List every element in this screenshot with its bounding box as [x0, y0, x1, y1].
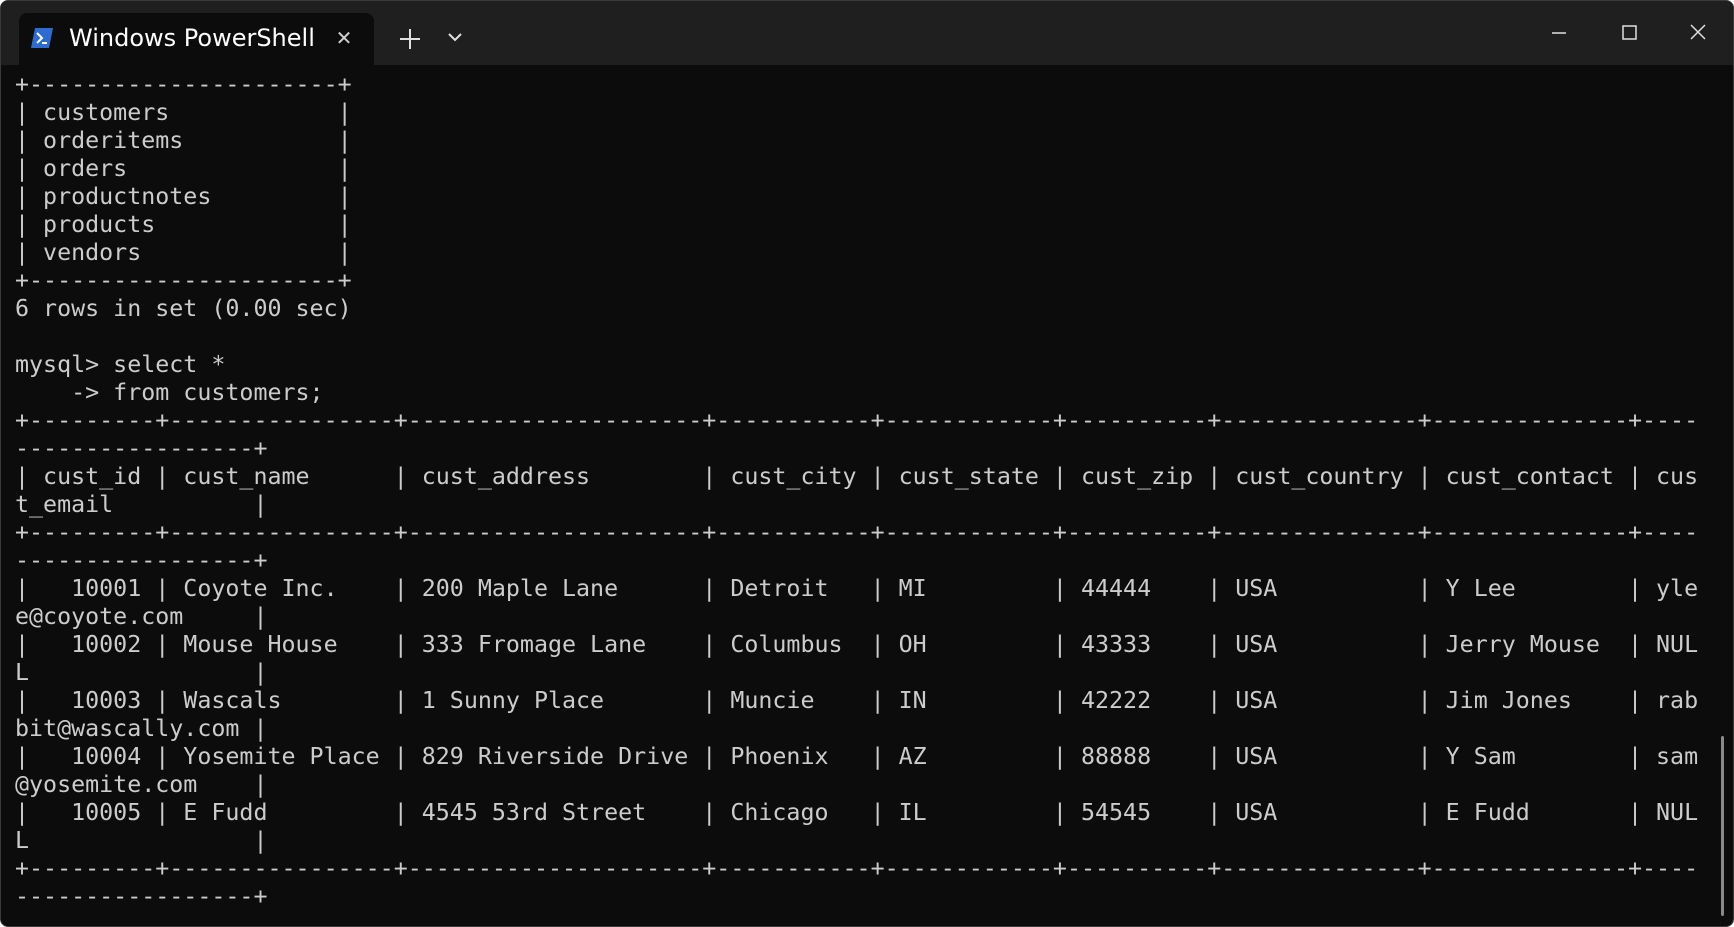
terminal-line: -----------------+	[15, 883, 268, 910]
terminal-line: @yosemite.com |	[15, 771, 268, 798]
title-bar: Windows PowerShell ✕	[1, 1, 1733, 65]
terminal-line: | vendors |	[15, 239, 352, 266]
terminal-line: | 10002 | Mouse House | 333 Fromage Lane…	[15, 631, 1699, 658]
terminal-line: +---------+----------------+------------…	[15, 855, 1699, 882]
terminal-line: +----------------------+	[15, 71, 352, 98]
vertical-scrollbar[interactable]	[1721, 736, 1724, 916]
terminal-line: bit@wascally.com |	[15, 715, 268, 742]
new-tab-plus-icon[interactable]	[392, 21, 428, 57]
terminal-line: 6 rows in set (0.00 sec)	[15, 295, 352, 322]
terminal-line: | 10001 | Coyote Inc. | 200 Maple Lane |…	[15, 575, 1699, 602]
terminal-line: | orderitems |	[15, 127, 352, 154]
minimize-icon[interactable]	[1536, 15, 1582, 51]
terminal-line: e@coyote.com |	[15, 603, 268, 630]
terminal-line: | 10004 | Yosemite Place | 829 Riverside…	[15, 743, 1699, 770]
terminal-line: -----------------+	[15, 435, 268, 462]
terminal-line: -----------------+	[15, 547, 268, 574]
tab-close-icon[interactable]: ✕	[333, 27, 355, 49]
terminal-line: | 10003 | Wascals | 1 Sunny Place | Munc…	[15, 687, 1699, 714]
terminal-line: t_email |	[15, 491, 268, 518]
terminal-line: L |	[15, 827, 268, 854]
tab-windows-powershell[interactable]: Windows PowerShell ✕	[19, 13, 374, 65]
terminal-line: +---------+----------------+------------…	[15, 407, 1699, 434]
terminal-output: +----------------------+ | customers | |…	[15, 71, 1715, 911]
terminal-line: | orders |	[15, 155, 352, 182]
tab-title: Windows PowerShell	[69, 24, 315, 52]
terminal-output-area[interactable]: +----------------------+ | customers | |…	[15, 71, 1715, 921]
chevron-down-icon[interactable]	[443, 25, 467, 49]
terminal-line: +----------------------+	[15, 267, 352, 294]
terminal-line: +---------+----------------+------------…	[15, 519, 1699, 546]
terminal-line: | cust_id | cust_name | cust_address | c…	[15, 463, 1699, 490]
terminal-line: | customers |	[15, 99, 352, 126]
terminal-line: L |	[15, 659, 268, 686]
terminal-line: -> from customers;	[15, 379, 324, 406]
terminal-line: | products |	[15, 211, 352, 238]
close-icon[interactable]	[1675, 15, 1721, 51]
terminal-line: | productnotes |	[15, 183, 352, 210]
maximize-icon[interactable]	[1606, 15, 1652, 51]
terminal-line: mysql> select *	[15, 351, 226, 378]
powershell-icon	[31, 28, 53, 48]
terminal-window: Windows PowerShell ✕ +------------------…	[0, 0, 1734, 927]
terminal-line: | 10005 | E Fudd | 4545 53rd Street | Ch…	[15, 799, 1699, 826]
